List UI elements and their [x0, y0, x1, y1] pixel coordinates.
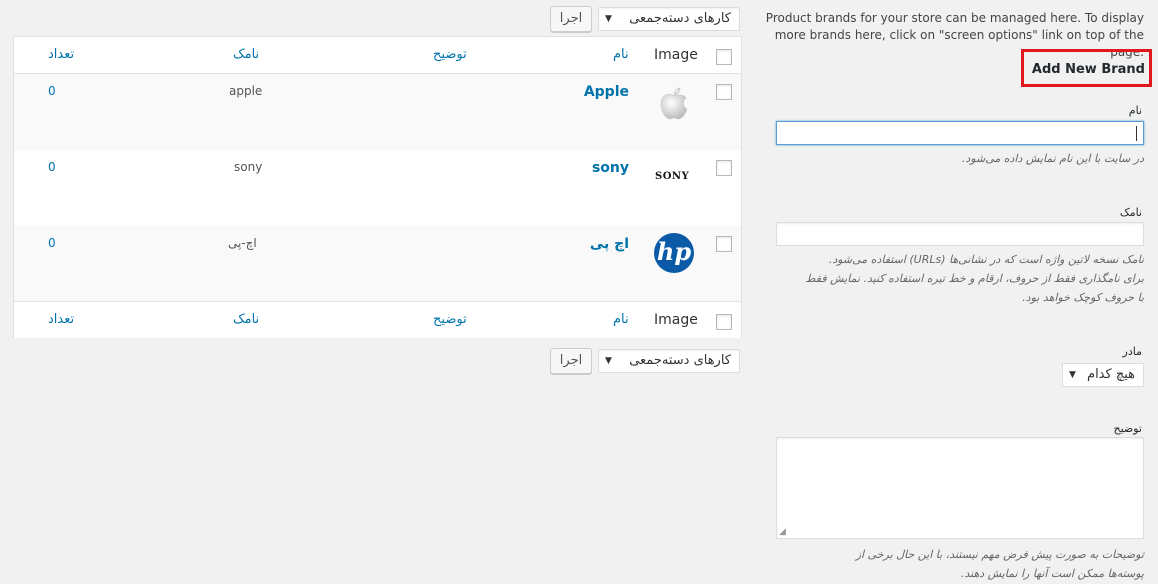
col-name-sort-footer[interactable]: نام [613, 312, 629, 327]
brand-slug: اچ-پی [228, 236, 257, 250]
description-help-line-2: پوسته‌ها ممکن است آنها را نمایش دهند. [960, 567, 1144, 580]
slug-help-line-1: نامک نسخه لاتین واژه است که در نشانی‌ها … [828, 253, 1144, 266]
select-all-checkbox-footer[interactable] [716, 314, 732, 330]
bulk-actions-select-bottom[interactable]: کارهای دسته‌جمعی ▼ [598, 349, 740, 373]
hp-logo-icon: hp [654, 233, 694, 273]
dropdown-arrow-icon: ▼ [605, 356, 612, 366]
add-new-brand-heading: Add New Brand [1031, 62, 1145, 77]
sony-logo-icon: SONY [655, 171, 690, 182]
col-description-sort-footer[interactable]: توضیح [433, 312, 467, 327]
brand-slug: apple [229, 84, 263, 98]
col-name-sort[interactable]: نام [613, 47, 629, 62]
name-help-text: در سایت با این نام نمایش داده می‌شود. [961, 152, 1144, 165]
dropdown-arrow-icon: ▼ [1069, 370, 1076, 380]
col-image-footer: Image [654, 312, 698, 328]
resize-handle-icon[interactable]: ◢ [779, 527, 786, 537]
table-header: Image نام توضیح نامک تعداد [14, 37, 741, 74]
brands-table: Image نام توضیح نامک تعداد Apple apple 0… [13, 36, 742, 338]
table-row: Apple apple 0 [14, 74, 741, 150]
table-row: hp اچ پی اچ-پی 0 [14, 226, 741, 302]
table-footer: Image نام توضیح نامک تعداد [14, 301, 741, 338]
col-count-sort-footer[interactable]: تعداد [48, 312, 74, 327]
select-all-checkbox[interactable] [716, 49, 732, 65]
row-checkbox[interactable] [716, 236, 732, 252]
brand-slug-input[interactable] [776, 222, 1144, 246]
brand-description-textarea[interactable]: ◢ [776, 437, 1144, 539]
bulk-actions-label: کارهای دسته‌جمعی [629, 11, 731, 26]
row-checkbox[interactable] [716, 84, 732, 100]
brand-count-link[interactable]: 0 [48, 84, 56, 98]
description-label: توضیح [1113, 422, 1142, 435]
text-caret [1136, 126, 1137, 141]
slug-label: نامک [1119, 206, 1142, 219]
parent-brand-select[interactable]: هیچ کدام ▼ [1062, 363, 1144, 387]
brand-count-link[interactable]: 0 [48, 236, 56, 250]
brand-count-link[interactable]: 0 [48, 160, 56, 174]
intro-line-1: Product brands for your store can be man… [765, 11, 1144, 25]
bulk-actions-label: کارهای دسته‌جمعی [629, 353, 731, 368]
col-image: Image [654, 47, 698, 63]
col-slug-sort[interactable]: نامک [233, 47, 259, 62]
apply-button-top[interactable]: اجرا [550, 6, 592, 32]
col-slug-sort-footer[interactable]: نامک [233, 312, 259, 327]
slug-help-line-3: با حروف کوچک خواهد بود. [1022, 291, 1144, 304]
row-checkbox[interactable] [716, 160, 732, 176]
brand-name-input[interactable] [776, 121, 1144, 145]
brand-name-link[interactable]: Apple [584, 84, 629, 100]
brand-slug: sony [234, 160, 263, 174]
apple-logo-icon [660, 87, 688, 120]
brand-name-link[interactable]: اچ پی [590, 236, 629, 252]
apply-button-bottom[interactable]: اجرا [550, 348, 592, 374]
dropdown-arrow-icon: ▼ [605, 14, 612, 24]
col-count-sort[interactable]: تعداد [48, 47, 74, 62]
brand-name-link[interactable]: sony [592, 160, 629, 176]
description-help-line-1: توضیحات به صورت پیش فرض مهم نیستند، با ا… [855, 548, 1144, 561]
slug-help-line-2: برای نامگذاری فقط از حروف، ارقام و خط تی… [805, 272, 1144, 285]
slug-help-text: نامک نسخه لاتین واژه است که در نشانی‌ها … [754, 250, 1144, 307]
col-description-sort[interactable]: توضیح [433, 47, 467, 62]
description-help-text: توضیحات به صورت پیش فرض مهم نیستند، با ا… [754, 545, 1144, 583]
parent-selected-value: هیچ کدام [1087, 367, 1135, 382]
name-label: نام [1128, 104, 1142, 117]
table-row: SONY sony sony 0 [14, 150, 741, 226]
bulk-actions-select-top[interactable]: کارهای دسته‌جمعی ▼ [598, 7, 740, 31]
parent-label: مادر [1122, 345, 1142, 358]
hp-logo-text: hp [656, 237, 692, 266]
